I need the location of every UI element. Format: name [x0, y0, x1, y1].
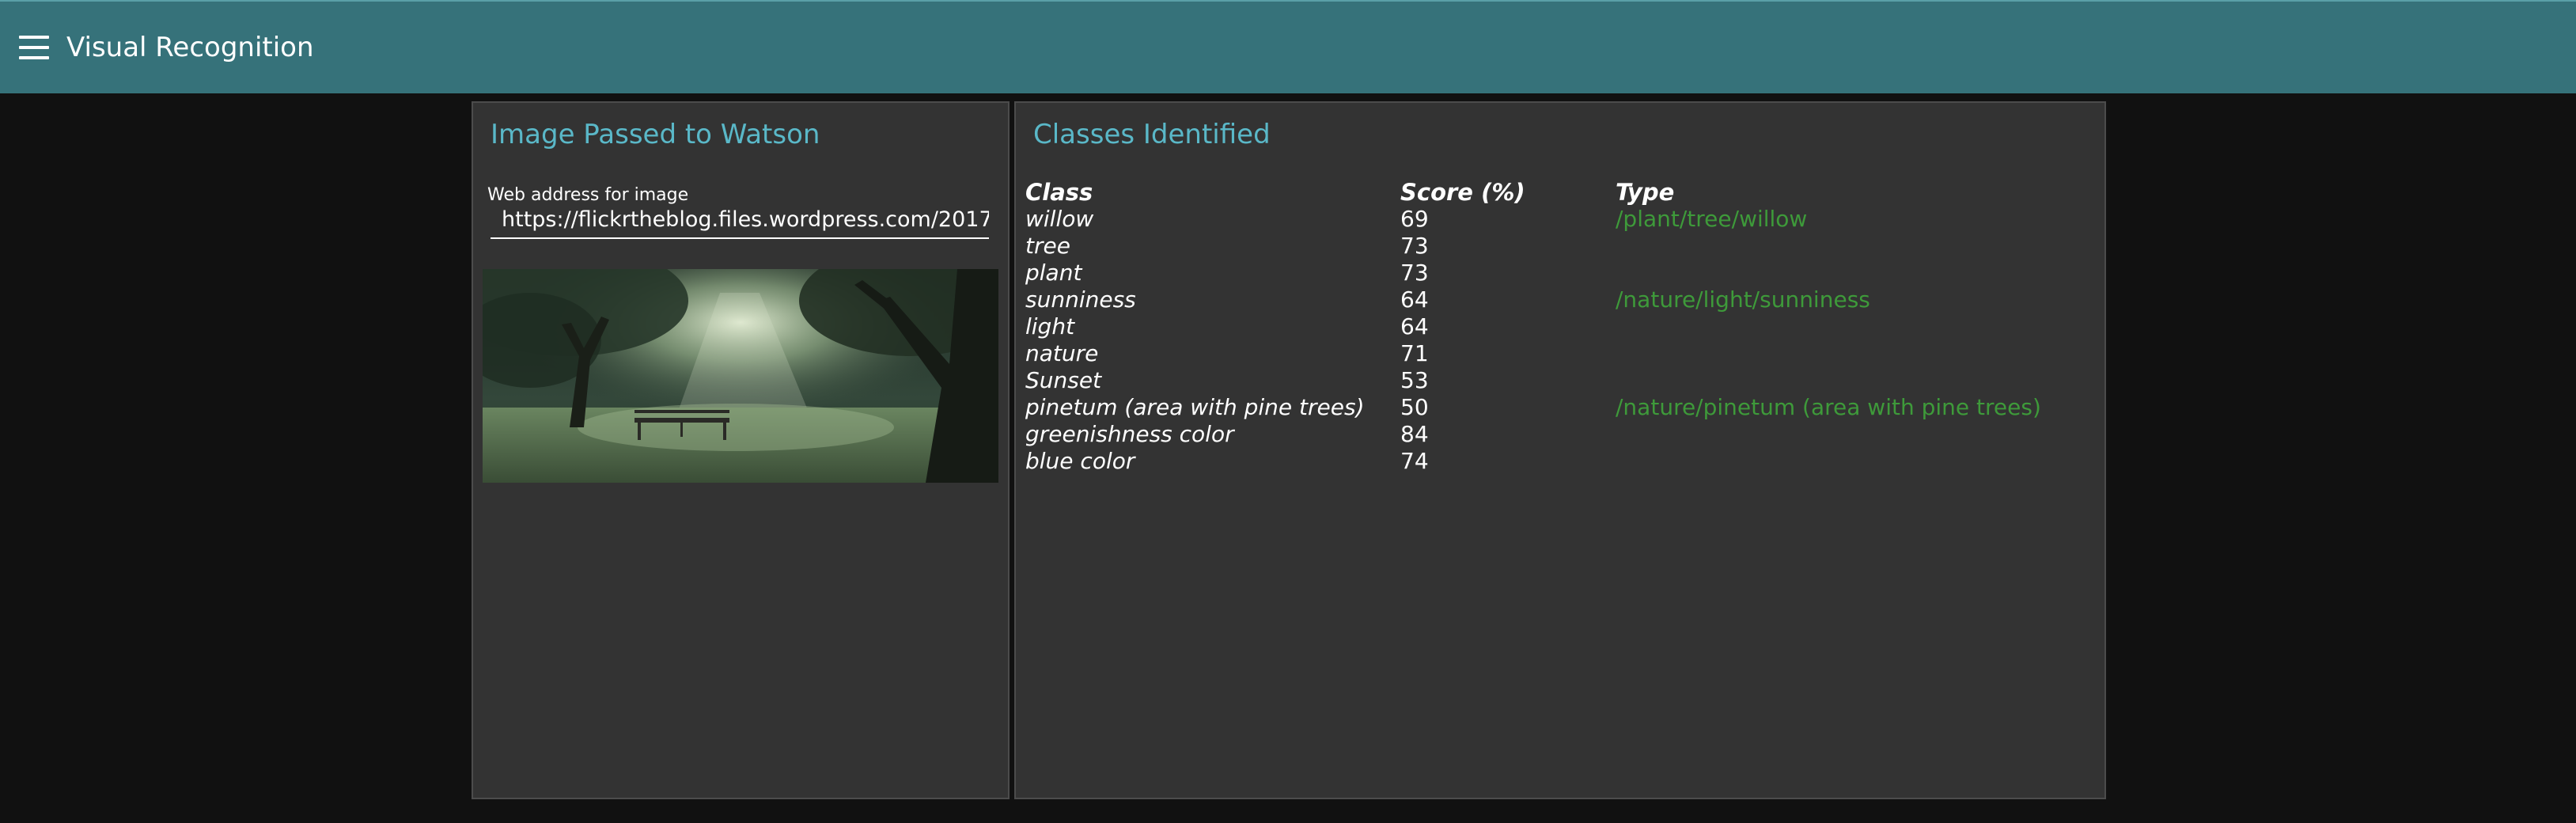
- image-panel-title: Image Passed to Watson: [491, 119, 820, 150]
- score-cell: 64: [1400, 286, 1429, 313]
- score-cell: 69: [1400, 206, 1429, 232]
- class-column-header: Class: [1025, 179, 1093, 206]
- type-cell: /nature/light/sunniness: [1616, 286, 1870, 313]
- class-cell: tree: [1025, 233, 1070, 259]
- table-row: tree 73: [1016, 233, 2104, 260]
- class-cell: light: [1025, 313, 1075, 339]
- score-cell: 71: [1400, 340, 1429, 366]
- table-row: light 64: [1016, 313, 2104, 340]
- table-row: sunniness 64 /nature/light/sunniness: [1016, 286, 2104, 313]
- type-cell: /nature/pinetum (area with pine trees): [1616, 394, 2041, 420]
- score-cell: 73: [1400, 260, 1429, 286]
- class-cell: sunniness: [1025, 286, 1136, 313]
- score-cell: 50: [1400, 394, 1429, 420]
- class-cell: plant: [1025, 260, 1082, 286]
- table-row: pinetum (area with pine trees) 50 /natur…: [1016, 394, 2104, 421]
- classes-panel: Classes Identified Class Score (%) Type …: [1014, 101, 2106, 799]
- table-row: willow 69 /plant/tree/willow: [1016, 206, 2104, 233]
- score-cell: 74: [1400, 448, 1429, 474]
- image-url-input[interactable]: [491, 201, 989, 239]
- table-row: blue color 74: [1016, 448, 2104, 475]
- score-cell: 64: [1400, 313, 1429, 339]
- table-row: greenishness color 84: [1016, 421, 2104, 448]
- classes-panel-title: Classes Identified: [1033, 119, 1271, 150]
- score-column-header: Score (%): [1400, 179, 1525, 206]
- hamburger-menu-icon[interactable]: [19, 36, 49, 59]
- score-cell: 53: [1400, 367, 1429, 393]
- table-row: nature 71: [1016, 340, 2104, 367]
- type-cell: /plant/tree/willow: [1616, 206, 1808, 232]
- class-cell: Sunset: [1025, 367, 1102, 393]
- class-cell: willow: [1025, 206, 1094, 232]
- type-column-header: Type: [1616, 179, 1675, 206]
- score-cell: 84: [1400, 421, 1429, 447]
- app-title: Visual Recognition: [66, 32, 314, 63]
- class-cell: blue color: [1025, 448, 1135, 474]
- image-panel: Image Passed to Watson Web address for i…: [472, 101, 1010, 799]
- table-row: Sunset 53: [1016, 367, 2104, 394]
- class-cell: pinetum (area with pine trees): [1025, 394, 1365, 420]
- class-cell: greenishness color: [1025, 421, 1234, 447]
- app-bar: Visual Recognition: [0, 0, 2576, 93]
- analyzed-image: [483, 269, 998, 483]
- score-cell: 73: [1400, 233, 1429, 259]
- table-row: plant 73: [1016, 260, 2104, 286]
- class-cell: nature: [1025, 340, 1099, 366]
